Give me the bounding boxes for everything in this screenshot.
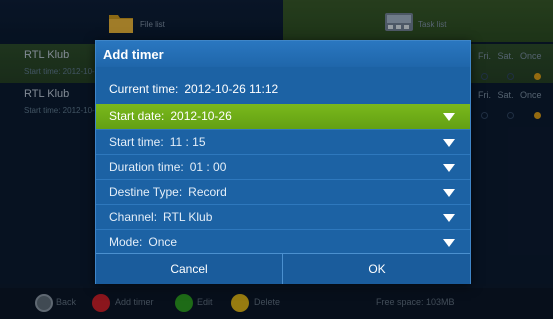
dropdown-arrow-icon[interactable] <box>443 239 455 247</box>
dialog-title: Add timer <box>96 41 470 67</box>
mode-value: Once <box>148 235 178 249</box>
current-time-label: Current time: <box>109 82 179 96</box>
dropdown-arrow-icon[interactable] <box>443 164 455 172</box>
dropdown-arrow-icon[interactable] <box>443 139 455 147</box>
dropdown-arrow-icon[interactable] <box>443 113 455 121</box>
mode-label: Mode: <box>109 235 143 249</box>
start-time-field[interactable]: Start time: 11 : 15 <box>96 130 470 155</box>
start-time-label: Start time: <box>109 135 164 149</box>
channel-value: RTL Klub <box>163 210 213 224</box>
ok-button[interactable]: OK <box>284 254 470 284</box>
channel-label: Channel: <box>109 210 158 224</box>
start-time-value: 11 : 15 <box>169 135 206 149</box>
duration-time-label: Duration time: <box>109 160 184 174</box>
dialog-buttons: Cancel OK <box>96 253 470 284</box>
start-date-value: 2012-10-26 <box>170 109 232 123</box>
start-date-label: Start date: <box>109 109 165 123</box>
duration-time-value: 01 : 00 <box>189 160 227 174</box>
dropdown-arrow-icon[interactable] <box>443 214 455 222</box>
current-time-value: 2012-10-26 11:12 <box>184 82 279 96</box>
destine-type-label: Destine Type: <box>109 185 183 199</box>
add-timer-dialog: Add timer Current time: 2012-10-26 11:12 … <box>95 40 471 284</box>
destine-type-value: Record <box>188 185 227 199</box>
start-date-field[interactable]: Start date: 2012-10-26 <box>96 104 470 129</box>
channel-field[interactable]: Channel: RTL Klub <box>96 205 470 230</box>
cancel-button[interactable]: Cancel <box>96 254 283 284</box>
current-time: Current time: 2012-10-26 11:12 <box>109 82 278 96</box>
duration-time-field[interactable]: Duration time: 01 : 00 <box>96 155 470 180</box>
destine-type-field[interactable]: Destine Type: Record <box>96 180 470 205</box>
dropdown-arrow-icon[interactable] <box>443 189 455 197</box>
mode-field[interactable]: Mode: Once <box>96 230 470 255</box>
